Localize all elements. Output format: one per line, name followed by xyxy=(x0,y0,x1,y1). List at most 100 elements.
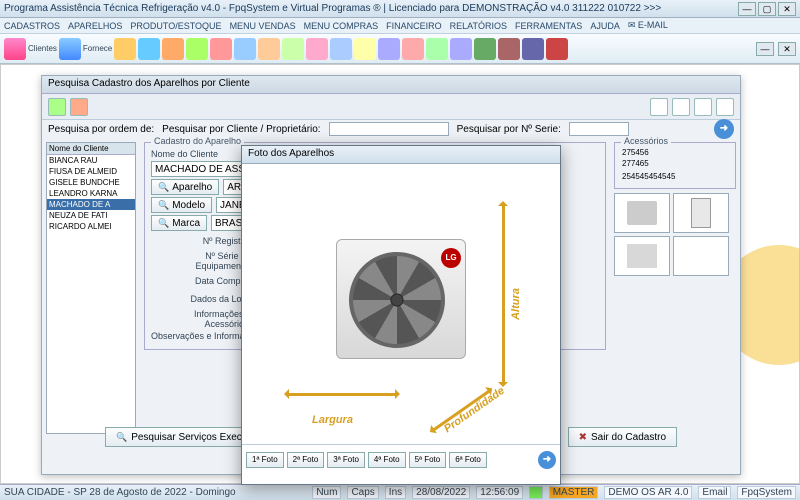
menu-aparelhos[interactable]: APARELHOS xyxy=(68,21,122,31)
foto4-button[interactable]: 4ª Foto xyxy=(368,452,406,468)
menu-produto[interactable]: PRODUTO/ESTOQUE xyxy=(130,21,221,31)
search-go-button[interactable]: ➜ xyxy=(714,119,734,139)
client-list[interactable]: Nome do Cliente BIANCA RAU FIUSA DE ALME… xyxy=(46,142,136,434)
status-city: SUA CIDADE - SP 28 de Agosto de 2022 - D… xyxy=(4,487,236,498)
client-list-header: Nome do Cliente xyxy=(47,143,135,155)
toolbar-icon-6[interactable] xyxy=(186,38,208,60)
panel-toolbar xyxy=(42,94,740,120)
toolbar-icon-7[interactable] xyxy=(210,38,232,60)
maximize-button[interactable]: ▢ xyxy=(758,2,776,16)
panel-new-icon[interactable] xyxy=(48,98,66,116)
search-icon xyxy=(158,218,169,229)
toolbar-icon-12[interactable] xyxy=(330,38,352,60)
thumb-2[interactable] xyxy=(673,193,729,233)
panel-edit-icon[interactable] xyxy=(70,98,88,116)
toolbar-icon-19[interactable] xyxy=(498,38,520,60)
status-fpq[interactable]: FpqSystem xyxy=(737,486,796,499)
foto6-button[interactable]: 6ª Foto xyxy=(449,452,487,468)
toolbar-icon-14[interactable] xyxy=(378,38,400,60)
toolbar-icon-11[interactable] xyxy=(306,38,328,60)
menu-email-icon[interactable]: ✉ E-MAIL xyxy=(628,20,668,31)
menu-cadastros[interactable]: CADASTROS xyxy=(4,21,60,31)
aparelho-button[interactable]: Aparelho xyxy=(151,179,219,195)
panel-nav2-icon[interactable] xyxy=(672,98,690,116)
menu-relatorios[interactable]: RELATÓRIOS xyxy=(450,21,507,31)
client-row[interactable]: FIUSA DE ALMEID xyxy=(47,166,135,177)
status-date: 28/08/2022 xyxy=(412,486,470,499)
client-row[interactable]: GISELE BUNDCHE xyxy=(47,177,135,188)
foto3-button[interactable]: 3ª Foto xyxy=(327,452,365,468)
toolbar-icon-4[interactable] xyxy=(138,38,160,60)
panel-nav1-icon[interactable] xyxy=(650,98,668,116)
acess-row: 275456 xyxy=(621,147,729,158)
minimize-button[interactable]: — xyxy=(738,2,756,16)
panel-title: Pesquisa Cadastro dos Aparelhos por Clie… xyxy=(42,76,740,94)
search-client-input[interactable] xyxy=(329,122,449,136)
photo-viewport: LG Altura Largura Profundidade xyxy=(242,164,560,444)
nome-label: Nome do Cliente xyxy=(151,149,218,159)
modal-title: Foto dos Aparelhos xyxy=(242,146,560,164)
toolbar-icon-20[interactable] xyxy=(522,38,544,60)
photo-thumbnails xyxy=(614,193,736,276)
clientes-icon[interactable] xyxy=(4,38,26,60)
toolbar-icon-16[interactable] xyxy=(426,38,448,60)
sair-button[interactable]: Sair do Cadastro xyxy=(568,427,677,447)
toolbar-icon-18[interactable] xyxy=(474,38,496,60)
tool-min-icon[interactable]: — xyxy=(756,42,774,56)
fornecedores-icon[interactable] xyxy=(59,38,81,60)
label-profundidade: Profundidade xyxy=(442,385,507,435)
toolbar-icon-15[interactable] xyxy=(402,38,424,60)
menu-ferramentas[interactable]: FERRAMENTAS xyxy=(515,21,582,31)
toolbar-icon-9[interactable] xyxy=(258,38,280,60)
status-email[interactable]: Email xyxy=(698,486,731,499)
modal-go-button[interactable]: ➜ xyxy=(538,451,556,469)
status-caps: Caps xyxy=(347,486,378,499)
panel-nav3-icon[interactable] xyxy=(694,98,712,116)
panel-nav4-icon[interactable] xyxy=(716,98,734,116)
serie-label: Nº Série do Equipamento: xyxy=(151,251,251,271)
client-row-selected[interactable]: MACHADO DE A xyxy=(47,199,135,210)
client-row[interactable]: NEUZA DE FATI xyxy=(47,210,135,221)
label-altura: Altura xyxy=(510,288,522,320)
ac-unit-image: LG xyxy=(336,239,466,369)
status-ins: Ins xyxy=(385,486,406,499)
menu-ajuda[interactable]: AJUDA xyxy=(590,21,620,31)
ac-body: LG xyxy=(336,239,466,359)
marca-button[interactable]: Marca xyxy=(151,215,207,231)
acess-row: 254545454545 xyxy=(621,171,729,182)
menu-compras[interactable]: MENU COMPRAS xyxy=(304,21,379,31)
status-num: Num xyxy=(312,486,341,499)
foto2-button[interactable]: 2ª Foto xyxy=(287,452,325,468)
thumb-1[interactable] xyxy=(614,193,670,233)
toolbar-icon-13[interactable] xyxy=(354,38,376,60)
toolbar-icon-21[interactable] xyxy=(546,38,568,60)
search-serial-label: Pesquisar por Nº Serie: xyxy=(457,124,561,135)
client-row[interactable]: RICARDO ALMEI xyxy=(47,221,135,232)
toolbar-icon-17[interactable] xyxy=(450,38,472,60)
status-time: 12:56:09 xyxy=(476,486,523,499)
toolbar-icon-10[interactable] xyxy=(282,38,304,60)
toolbar-icon-5[interactable] xyxy=(162,38,184,60)
modelo-button[interactable]: Modelo xyxy=(151,197,212,213)
client-row[interactable]: BIANCA RAU xyxy=(47,155,135,166)
search-serial-input[interactable] xyxy=(569,122,629,136)
toolbar-icon-3[interactable] xyxy=(114,38,136,60)
exit-icon xyxy=(579,432,587,443)
cadastro-legend: Cadastro do Aparelho xyxy=(151,136,244,146)
status-led xyxy=(529,486,543,499)
close-button[interactable]: ✕ xyxy=(778,2,796,16)
client-row[interactable]: LEANDRO KARNA xyxy=(47,188,135,199)
window-title: Programa Assistência Técnica Refrigeraçã… xyxy=(4,3,736,14)
search-icon xyxy=(158,200,169,211)
main-toolbar: Clientes Fornece — ✕ xyxy=(0,34,800,64)
menu-vendas[interactable]: MENU VENDAS xyxy=(230,21,296,31)
toolbar-icon-8[interactable] xyxy=(234,38,256,60)
foto5-button[interactable]: 5ª Foto xyxy=(409,452,447,468)
foto1-button[interactable]: 1ª Foto xyxy=(246,452,284,468)
data-label: Data Compra: xyxy=(151,276,251,286)
menubar: CADASTROS APARELHOS PRODUTO/ESTOQUE MENU… xyxy=(0,18,800,34)
thumb-3[interactable] xyxy=(614,236,670,276)
menu-financeiro[interactable]: FINANCEIRO xyxy=(386,21,442,31)
thumb-4[interactable] xyxy=(673,236,729,276)
tool-close-icon[interactable]: ✕ xyxy=(778,42,796,56)
